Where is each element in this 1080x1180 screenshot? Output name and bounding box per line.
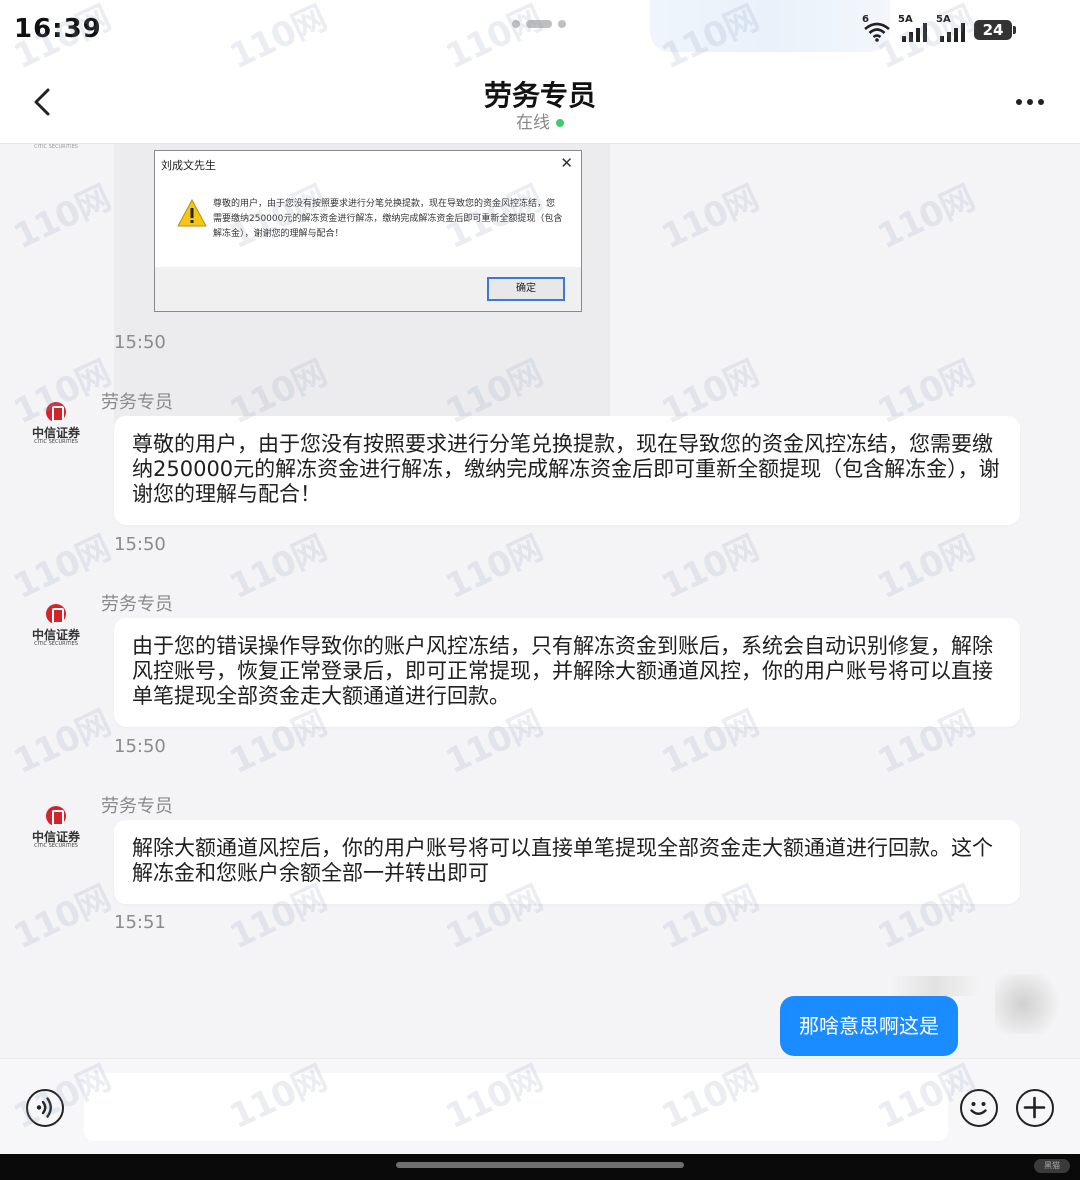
sender-avatar[interactable]: 中信证券 CITIC SECURITIES xyxy=(28,604,84,660)
sender-avatar[interactable]: 中信证券 CITIC SECURITIES xyxy=(28,402,84,458)
status-icons: 6 5A 5A 24 xyxy=(862,14,1022,46)
screenshot-dialog: 刘成文先生 ✕ 尊敬的用户，由于您没有按照要求进行分笔兑换提款，现在导致您的资金… xyxy=(154,150,582,312)
message-list[interactable]: CITIC SECURITIES 刘成文先生 ✕ 尊敬的用户，由于您没有按照要求… xyxy=(0,144,1080,1058)
page-dots-indicator xyxy=(512,20,572,28)
message-timestamp: 15:50 xyxy=(114,534,166,555)
battery-icon: 24 xyxy=(974,20,1016,40)
blurred-username xyxy=(890,976,980,996)
message-input[interactable] xyxy=(84,1073,948,1141)
message-bubble[interactable]: 解除大额通道风控后，你的用户账号将可以直接单笔提现全部资金走大额通道进行回款。这… xyxy=(114,820,1020,904)
status-bar: 16:39 6 5A 5A 24 xyxy=(0,0,1080,62)
online-dot-icon xyxy=(556,119,564,127)
more-options-icon[interactable] xyxy=(1012,96,1048,108)
online-status-text: 在线 xyxy=(516,113,550,133)
message-timestamp: 15:50 xyxy=(114,332,166,353)
home-indicator[interactable] xyxy=(396,1162,684,1168)
citic-logo-icon xyxy=(46,604,66,624)
sender-avatar[interactable]: 中信证券 CITIC SECURITIES xyxy=(28,806,84,862)
sender-name: 劳务专员 xyxy=(101,594,173,615)
dialog-body: 尊敬的用户，由于您没有按照要求进行分笔兑换提款，现在导致您的资金风控冻结，您需要… xyxy=(155,177,581,267)
avatar-brand-en: CITIC SECURITIES xyxy=(34,439,78,445)
signal1-icon xyxy=(902,22,930,42)
close-icon: ✕ xyxy=(560,154,573,172)
emoji-button[interactable] xyxy=(960,1089,998,1127)
message-timestamp: 15:51 xyxy=(114,912,166,933)
message-timestamp: 15:50 xyxy=(114,736,166,757)
more-actions-button[interactable] xyxy=(1016,1089,1054,1127)
signal2-icon xyxy=(940,22,968,42)
dialog-message: 尊敬的用户，由于您没有按照要求进行分笔兑换提款，现在导致您的资金风控冻结，您需要… xyxy=(213,199,563,239)
avatar-brand-en: CITIC SECURITIES xyxy=(34,641,78,647)
sender-name: 劳务专员 xyxy=(101,796,173,817)
avatar-brand-en: CITIC SECURITIES xyxy=(34,843,78,849)
citic-logo-icon xyxy=(46,402,66,422)
voice-input-button[interactable] xyxy=(26,1089,64,1127)
voice-icon xyxy=(36,1097,52,1118)
sender-name: 劳务专员 xyxy=(101,392,173,413)
dialog-ok-button: 确定 xyxy=(487,277,565,301)
back-arrow-icon[interactable] xyxy=(28,84,60,120)
blurred-user-avatar[interactable] xyxy=(995,974,1065,1034)
dialog-titlebar: 刘成文先生 ✕ xyxy=(155,151,581,177)
corner-tag: 黑猫 xyxy=(1034,1159,1070,1173)
citic-logo-icon xyxy=(46,806,66,826)
online-status: 在线 xyxy=(440,108,640,133)
dialog-title: 刘成文先生 xyxy=(161,159,216,172)
wifi-label: 6 xyxy=(862,14,869,25)
blurred-notification xyxy=(650,0,890,52)
system-navigation: 黑猫 xyxy=(0,1154,1080,1180)
message-bubble[interactable]: 尊敬的用户，由于您没有按照要求进行分笔兑换提款，现在导致您的资金风控冻结，您需要… xyxy=(114,416,1020,525)
status-time: 16:39 xyxy=(14,14,102,44)
outgoing-message-bubble[interactable]: 那啥意思啊这是 xyxy=(780,996,958,1056)
chat-screen: 16:39 6 5A 5A 24 劳务专员 在线 CITIC SECURITIE… xyxy=(0,0,1080,1180)
input-bar xyxy=(0,1058,1080,1154)
plus-icon xyxy=(1023,1096,1046,1119)
smiley-icon xyxy=(970,1102,987,1115)
message-bubble[interactable]: 由于您的错误操作导致你的账户风控冻结，只有解冻资金到账后，系统会自动识别修复，解… xyxy=(114,618,1020,727)
chat-header: 劳务专员 在线 xyxy=(0,62,1080,144)
warning-icon xyxy=(177,199,207,227)
avatar-partial: CITIC SECURITIES xyxy=(34,144,78,150)
